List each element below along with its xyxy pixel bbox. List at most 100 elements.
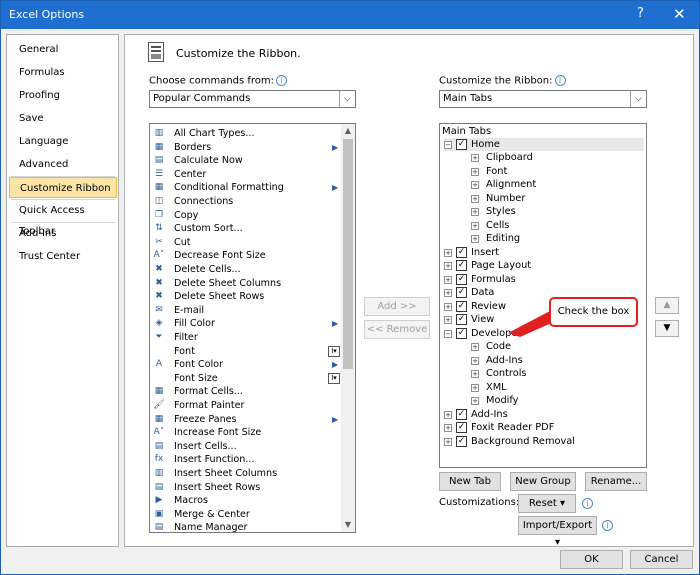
import-export-button[interactable]: Import/Export ▾ — [518, 516, 597, 548]
sidebar-item-language[interactable]: Language — [9, 131, 117, 152]
command-item[interactable]: ✂ Cut — [152, 236, 336, 250]
expand-icon[interactable]: + — [471, 356, 479, 365]
command-item[interactable]: fx Insert Function... — [152, 453, 336, 467]
checkbox[interactable]: ✓ — [456, 327, 467, 339]
main-tabs-tree[interactable]: Main Tabs − ✓ Home + Clipboard + Font + Alignmen… — [439, 123, 647, 468]
command-item[interactable]: ❐ Copy — [152, 209, 336, 223]
command-item[interactable]: ▥ All Chart Types... — [152, 127, 336, 141]
sidebar-item-customize-ribbon[interactable]: Customize Ribbon — [9, 177, 117, 198]
command-item[interactable]: A Font Color ▶ — [152, 358, 338, 372]
checkbox[interactable]: ✓ — [456, 422, 467, 433]
cancel-button[interactable]: Cancel — [630, 550, 693, 569]
checkbox[interactable]: ✓ — [456, 287, 467, 298]
tree-group-clipboard[interactable]: + Clipboard — [471, 151, 621, 165]
tree-group-alignment[interactable]: + Alignment — [471, 178, 621, 192]
command-item[interactable]: 🖌 Format Painter — [152, 399, 336, 413]
command-item[interactable]: ✖ Delete Sheet Rows — [152, 290, 336, 304]
tree-group-controls[interactable]: + Controls — [471, 367, 621, 381]
close-icon[interactable]: ✕ — [673, 5, 686, 23]
expand-icon[interactable]: + — [444, 275, 452, 284]
sidebar-item-proofing[interactable]: Proofing — [9, 85, 117, 106]
command-item[interactable]: ▶ Macros — [152, 494, 336, 508]
command-item[interactable]: ▦ Conditional Formatting ▶ — [152, 181, 338, 195]
expand-icon[interactable]: + — [471, 221, 479, 230]
ok-button[interactable]: OK — [560, 550, 623, 569]
commands-scrollbar[interactable]: ▲ ▼ — [341, 124, 355, 532]
move-down-button[interactable]: ▼ — [655, 320, 679, 337]
scroll-down-icon[interactable]: ▼ — [341, 518, 355, 532]
checkbox[interactable]: ✓ — [456, 314, 467, 325]
expand-icon[interactable]: + — [444, 424, 452, 432]
checkbox[interactable]: ✓ — [456, 408, 467, 420]
customize-ribbon-combo[interactable]: Main Tabs ⌵ — [439, 90, 647, 108]
expand-icon[interactable]: + — [471, 154, 479, 162]
commands-listbox[interactable]: ▲ ▼ ▥ All Chart Types... ▦ Borders ▶ ▤ Calcula… — [149, 123, 356, 533]
rename-button[interactable]: Rename... — [585, 472, 647, 491]
sidebar-item-formulas[interactable]: Formulas — [9, 62, 117, 83]
tree-tab-page-layout[interactable]: + ✓ Page Layout — [444, 259, 624, 273]
expand-icon[interactable]: + — [471, 343, 479, 351]
checkbox[interactable]: ✓ — [456, 138, 467, 150]
command-item[interactable]: ⇅ Custom Sort... — [152, 222, 336, 236]
help-icon[interactable]: ? — [637, 6, 644, 21]
checkbox[interactable]: ✓ — [456, 300, 467, 312]
expand-icon[interactable]: + — [471, 397, 479, 405]
command-item[interactable]: A˄ Increase Font Size — [152, 426, 336, 440]
command-item[interactable]: ▤ Insert Sheet Rows — [152, 481, 336, 495]
tree-group-styles[interactable]: + Styles — [471, 205, 621, 219]
command-item[interactable]: ▦ Borders ▶ — [152, 141, 338, 155]
collapse-icon[interactable]: − — [444, 140, 452, 149]
sidebar-item-add-ins[interactable]: Add-Ins — [9, 223, 117, 244]
expand-icon[interactable]: + — [444, 289, 452, 297]
expand-icon[interactable]: + — [444, 262, 452, 270]
command-item[interactable]: ◈ Fill Color ▶ — [152, 317, 339, 331]
command-item[interactable]: ◫ Connections — [152, 195, 336, 209]
command-item[interactable]: ▦ Format Cells... — [152, 385, 336, 399]
command-item[interactable]: A˅ Decrease Font Size — [152, 249, 336, 263]
tree-tab-insert[interactable]: + ✓ Insert — [444, 246, 624, 260]
command-item[interactable]: ✉ E-mail — [152, 304, 336, 318]
expand-icon[interactable]: + — [444, 248, 452, 257]
tree-group-editing[interactable]: + Editing — [471, 232, 621, 246]
tree-group-modify[interactable]: + Modify — [471, 394, 621, 408]
tree-tab-home[interactable]: − ✓ Home — [444, 137, 644, 151]
expand-icon[interactable]: + — [471, 208, 479, 216]
tree-tab-add-ins[interactable]: + ✓ Add-Ins — [444, 408, 624, 422]
collapse-icon[interactable]: − — [444, 329, 452, 338]
command-item[interactable]: ▤ Calculate Now — [152, 154, 336, 168]
expand-icon[interactable]: + — [444, 410, 452, 419]
command-item[interactable]: ▣ Merge & Center — [152, 508, 336, 522]
expand-icon[interactable]: + — [471, 383, 479, 392]
move-up-button[interactable]: ▲ — [655, 297, 679, 314]
expand-icon[interactable]: + — [471, 181, 479, 189]
expand-icon[interactable]: + — [471, 167, 479, 176]
tree-group-add-ins[interactable]: + Add-Ins — [471, 354, 621, 368]
sidebar-item-general[interactable]: General — [9, 39, 117, 60]
sidebar-item-advanced[interactable]: Advanced — [9, 154, 117, 175]
checkbox[interactable]: ✓ — [456, 246, 467, 258]
command-item[interactable]: Font I▾ — [152, 345, 340, 359]
choose-commands-combo[interactable]: Popular Commands ⌵ — [149, 90, 356, 108]
command-item[interactable]: Font Size I▾ — [152, 372, 340, 386]
new-group-button[interactable]: New Group — [510, 472, 576, 491]
tree-group-font[interactable]: + Font — [471, 165, 621, 179]
add-button[interactable]: Add >> — [364, 297, 430, 316]
scroll-thumb[interactable] — [343, 139, 353, 369]
command-item[interactable]: ✖ Delete Sheet Columns — [152, 277, 336, 291]
command-item[interactable]: ⏷ Filter — [152, 331, 336, 345]
reset-button[interactable]: Reset ▾ — [518, 494, 576, 513]
expand-icon[interactable]: + — [444, 302, 452, 311]
remove-button[interactable]: << Remove — [364, 320, 430, 339]
command-item[interactable]: ▤ Name Manager — [152, 521, 336, 532]
checkbox[interactable]: ✓ — [456, 273, 467, 285]
expand-icon[interactable]: + — [471, 370, 479, 378]
tree-tab-background-removal[interactable]: + ✓ Background Removal — [444, 435, 624, 449]
sidebar-item-save[interactable]: Save — [9, 108, 117, 129]
expand-icon[interactable]: + — [444, 316, 452, 324]
command-item[interactable]: ▦ Freeze Panes ▶ — [152, 413, 338, 427]
tree-group-cells[interactable]: + Cells — [471, 219, 621, 233]
checkbox[interactable]: ✓ — [456, 260, 467, 271]
tree-group-number[interactable]: + Number — [471, 192, 621, 206]
tree-group-xml[interactable]: + XML — [471, 381, 621, 395]
tree-tab-formulas[interactable]: + ✓ Formulas — [444, 273, 624, 287]
